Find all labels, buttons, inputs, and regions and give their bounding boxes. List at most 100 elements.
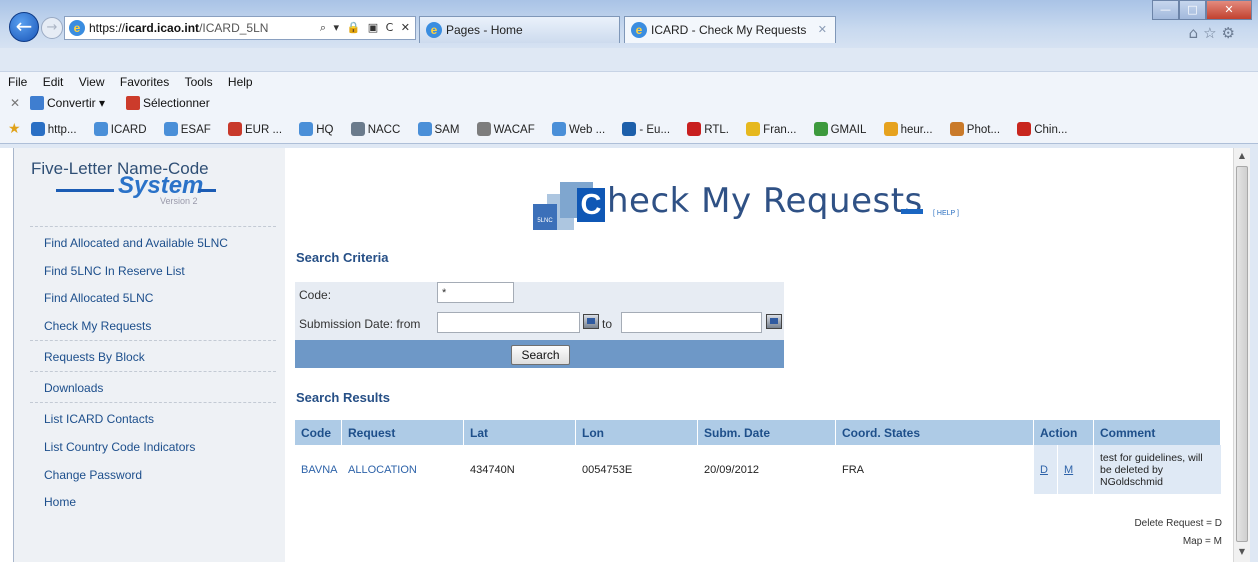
close-tab-icon[interactable]: ✕ <box>818 17 827 43</box>
maximize-button[interactable]: □ <box>1179 0 1206 20</box>
sidebar-item-change-password[interactable]: Change Password <box>44 468 142 482</box>
fav-link[interactable]: Fran... <box>746 116 803 144</box>
fav-link[interactable]: heur... <box>883 116 940 144</box>
sidebar-item-home[interactable]: Home <box>44 495 76 509</box>
scroll-down-icon[interactable]: ▼ <box>1234 544 1250 560</box>
close-window-button[interactable]: ✕ <box>1206 0 1252 20</box>
ie-icon: e <box>69 20 85 36</box>
menu-tools[interactable]: Tools <box>185 72 213 92</box>
tab-label: Pages - Home <box>446 23 523 37</box>
browser-right-icons[interactable]: ⌂☆⚙ <box>1189 24 1240 42</box>
fav-link[interactable]: ESAF <box>163 116 218 144</box>
search-button[interactable]: Search <box>511 345 570 365</box>
calendar-to-icon[interactable] <box>766 314 782 329</box>
gear-icon[interactable]: ⚙ <box>1222 24 1240 42</box>
table-header-row: Code Request Lat Lon Subm. Date Coord. S… <box>295 420 1221 445</box>
search-criteria-title: Search Criteria <box>296 250 389 265</box>
header-badge: 5LNC <box>533 204 557 230</box>
fav-link[interactable]: - Eu... <box>622 116 677 144</box>
legend-map: Map = M <box>1182 536 1222 547</box>
close-bar-icon[interactable]: ✕ <box>10 92 20 114</box>
sidebar-item-downloads[interactable]: Downloads <box>44 381 103 395</box>
cell-action-delete: D <box>1034 445 1058 494</box>
header-dash <box>901 209 923 214</box>
results-table: Code Request Lat Lon Subm. Date Coord. S… <box>295 420 1221 494</box>
legend-delete: Delete Request = D <box>1134 518 1222 529</box>
table-row: BAVNA ALLOCATION 434740N 0054753E 20/09/… <box>295 445 1221 494</box>
sidebar-item-requests-by-block[interactable]: Requests By Block <box>44 350 145 364</box>
sidebar-item-reserve-list[interactable]: Find 5LNC In Reserve List <box>44 264 185 278</box>
fav-link[interactable]: EUR ... <box>227 116 289 144</box>
code-input[interactable] <box>437 282 514 303</box>
star-icon[interactable]: ☆ <box>1203 24 1221 42</box>
menu-favorites[interactable]: Favorites <box>120 72 169 92</box>
sidebar-item-country-codes[interactable]: List Country Code Indicators <box>44 440 195 454</box>
browser-chrome: ← → e https://icard.icao.int/ICARD_5LN ⌕… <box>0 0 1258 148</box>
calendar-from-icon[interactable] <box>583 314 599 329</box>
minimize-button[interactable]: — <box>1152 0 1179 20</box>
page-viewport: Five-Letter Name-Code System Version 2 F… <box>13 148 1233 562</box>
col-code: Code <box>295 420 342 445</box>
sidebar-item-check-my-requests[interactable]: Check My Requests <box>44 319 151 333</box>
delete-link[interactable]: D <box>1040 464 1048 476</box>
submission-date-label: Submission Date: from <box>299 317 421 331</box>
date-to-input[interactable] <box>621 312 762 333</box>
favorites-star-icon[interactable]: ★ <box>8 114 21 142</box>
menu-help[interactable]: Help <box>228 72 253 92</box>
fav-link[interactable]: GMAIL <box>813 116 874 144</box>
select-icon <box>126 96 140 110</box>
favorites-bar: ★ http... ICARD ESAF EUR ... HQ NACC SAM… <box>0 114 1258 144</box>
fav-link[interactable]: NACC <box>350 116 408 144</box>
command-bar: ✕ Convertir ▾ Sélectionner <box>0 92 1258 114</box>
logo-rule-right <box>198 189 216 192</box>
sidebar-item-find-allocated-available[interactable]: Find Allocated and Available 5LNC <box>44 236 228 250</box>
back-button[interactable]: ← <box>9 12 39 42</box>
to-label: to <box>602 317 613 331</box>
select-button[interactable]: Sélectionner <box>126 92 210 114</box>
fav-link[interactable]: WACAF <box>476 116 542 144</box>
tab-check-my-requests[interactable]: e ICARD - Check My Requests ✕ <box>624 16 836 43</box>
page-title: heck My Requests <box>607 181 923 221</box>
address-tools[interactable]: ⌕ ▾ 🔒 ▣ C ✕ <box>316 17 412 39</box>
url-scheme: https:// <box>89 21 126 35</box>
home-icon[interactable]: ⌂ <box>1189 24 1204 42</box>
sidebar-item-icard-contacts[interactable]: List ICARD Contacts <box>44 412 154 426</box>
sidebar: Five-Letter Name-Code System Version 2 F… <box>14 148 285 562</box>
window-edge <box>1250 148 1258 562</box>
forward-button[interactable]: → <box>41 17 63 39</box>
fav-link[interactable]: ICARD <box>93 116 154 144</box>
date-from-input[interactable] <box>437 312 580 333</box>
select-label: Sélectionner <box>143 96 210 110</box>
cell-states: FRA <box>842 463 864 476</box>
tab-pages-home[interactable]: e Pages - Home <box>419 16 620 43</box>
ie-icon: e <box>631 22 647 38</box>
sidebar-item-find-allocated[interactable]: Find Allocated 5LNC <box>44 291 153 305</box>
menu-view[interactable]: View <box>79 72 105 92</box>
map-link[interactable]: M <box>1064 464 1073 476</box>
help-link[interactable]: [ HELP ] <box>933 210 959 217</box>
col-subm-date: Subm. Date <box>698 420 836 445</box>
fav-link[interactable]: Web ... <box>551 116 612 144</box>
col-lon: Lon <box>576 420 698 445</box>
menu-edit[interactable]: Edit <box>43 72 64 92</box>
cell-lon: 0054753E <box>582 463 633 476</box>
fav-link[interactable]: Chin... <box>1017 116 1074 144</box>
sidebar-divider <box>30 226 276 227</box>
search-bar: Search <box>295 340 784 368</box>
col-comment: Comment <box>1094 420 1221 445</box>
fav-link[interactable]: Phot... <box>949 116 1007 144</box>
fav-link[interactable]: http... <box>30 116 84 144</box>
menu-file[interactable]: File <box>8 72 27 92</box>
col-request: Request <box>342 420 464 445</box>
vertical-scrollbar[interactable]: ▲ ▼ <box>1233 148 1250 562</box>
col-action: Action <box>1034 420 1094 445</box>
scroll-thumb[interactable] <box>1236 166 1248 542</box>
search-results-title: Search Results <box>296 390 390 405</box>
fav-link[interactable]: HQ <box>299 116 340 144</box>
scroll-up-icon[interactable]: ▲ <box>1234 148 1250 164</box>
url-path: /ICARD_5LN <box>199 21 269 35</box>
convert-button[interactable]: Convertir ▾ <box>30 92 105 114</box>
fav-link[interactable]: RTL. <box>687 116 736 144</box>
fav-link[interactable]: SAM <box>417 116 467 144</box>
address-bar[interactable]: e https://icard.icao.int/ICARD_5LN ⌕ ▾ 🔒… <box>64 16 416 40</box>
